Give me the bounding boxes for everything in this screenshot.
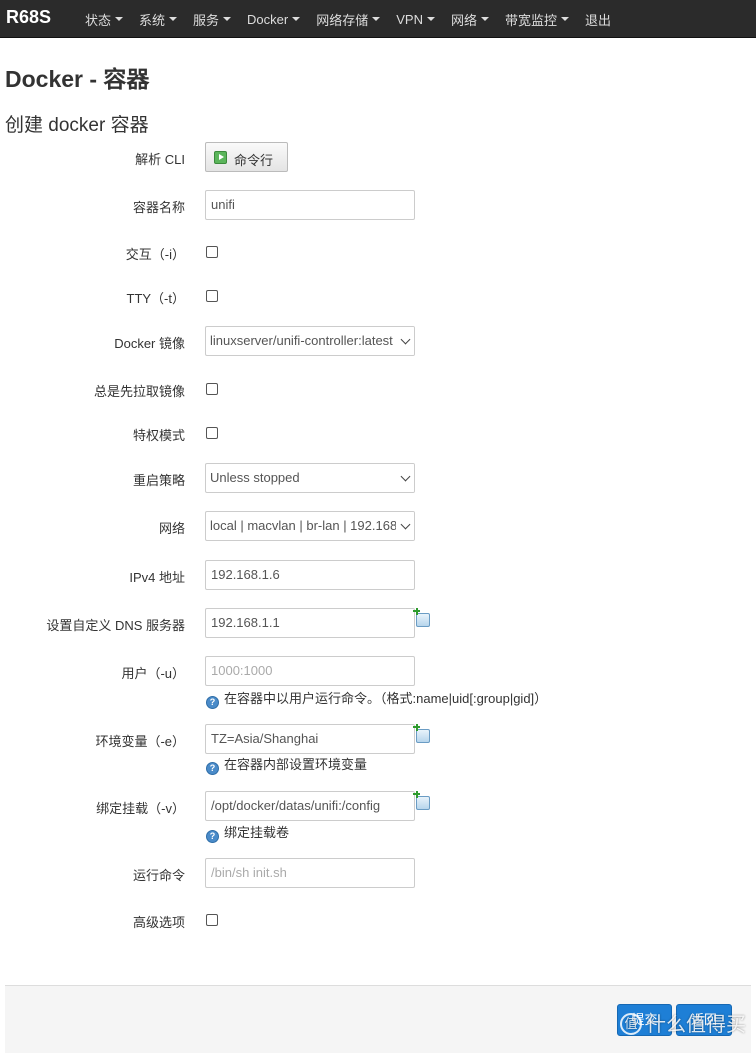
play-icon [214, 151, 227, 164]
privileged-checkbox[interactable] [206, 427, 218, 439]
interactive-label: 交互（-i） [125, 247, 185, 262]
nav-item-label: 服务 [193, 12, 220, 28]
caret-down-icon [223, 17, 232, 21]
image-select[interactable]: linuxserver/unifi-controller:latest [205, 326, 415, 356]
restart-label: 重启策略 [132, 473, 185, 488]
volume-help: ? 绑定挂载卷 [206, 822, 289, 843]
nav-item-bandwidth[interactable]: 带宽监控 [497, 0, 577, 38]
volume-input[interactable]: /opt/docker/datas/unifi:/config [205, 791, 415, 821]
tty-checkbox[interactable] [206, 290, 218, 302]
nav-item-label: 带宽监控 [505, 12, 558, 28]
image-select-value: linuxserver/unifi-controller:latest [210, 333, 393, 348]
watermark-text: 什么值得买 [646, 1014, 746, 1036]
env-help-text: 在容器内部设置环境变量 [224, 757, 368, 772]
add-icon[interactable] [413, 607, 430, 627]
env-label: 环境变量（-e） [95, 734, 185, 749]
top-navbar: R68S 状态 系统 服务 Docker 网络存储 VPN 网络 带宽监控 退出 [0, 0, 756, 38]
caret-down-icon [169, 17, 178, 21]
nav-item-label: Docker [247, 11, 289, 27]
pull-checkbox[interactable] [206, 383, 218, 395]
nav-item-system[interactable]: 系统 [131, 0, 185, 38]
caret-down-icon [372, 17, 381, 21]
caret-down-icon [115, 17, 124, 21]
pull-label: 总是先拉取镜像 [93, 384, 185, 399]
tty-label: TTY（-t） [126, 291, 186, 306]
nav-item-logout[interactable]: 退出 [577, 0, 619, 38]
container-name-input[interactable]: unifi [205, 190, 415, 220]
network-select[interactable]: local | macvlan | br-lan | 192.168 [205, 511, 415, 541]
nav-item-docker[interactable]: Docker [239, 0, 308, 38]
nav-item-label: 网络存储 [316, 12, 369, 28]
cli-button[interactable]: 命令行 [205, 142, 288, 172]
user-help-text: 在容器中以用户运行命令。（格式:name|uid[:group|gid]） [224, 691, 548, 706]
section-title: 创建 docker 容器 [5, 115, 149, 136]
caret-down-icon [426, 17, 435, 21]
volume-help-text: 绑定挂载卷 [224, 825, 290, 840]
dns-input[interactable]: 192.168.1.1 [205, 608, 415, 638]
volume-label: 绑定挂载（-v） [96, 801, 185, 816]
privileged-label: 特权模式 [132, 428, 185, 443]
restart-select[interactable]: Unless stopped [205, 463, 415, 493]
nav-item-nas[interactable]: 网络存储 [308, 0, 388, 38]
dns-label: 设置自定义 DNS 服务器 [46, 618, 185, 633]
add-icon[interactable] [413, 790, 430, 810]
brand-logo[interactable]: R68S [6, 7, 51, 28]
nav-item-services[interactable]: 服务 [185, 0, 239, 38]
nav-item-network[interactable]: 网络 [443, 0, 497, 38]
network-select-value: local | macvlan | br-lan | 192.168 [210, 518, 398, 533]
caret-down-icon [561, 17, 570, 21]
ipv4-label: IPv4 地址 [129, 570, 185, 585]
env-input[interactable]: TZ=Asia/Shanghai [205, 724, 415, 754]
nav-item-label: 退出 [585, 12, 612, 28]
nav-item-label: 状态 [85, 12, 112, 28]
nav-menu: 状态 系统 服务 Docker 网络存储 VPN 网络 带宽监控 退出 [77, 0, 619, 38]
command-input[interactable]: /bin/sh init.sh [205, 858, 415, 888]
env-help: ? 在容器内部设置环境变量 [206, 754, 367, 775]
ipv4-input[interactable]: 192.168.1.6 [205, 560, 415, 590]
user-help: ? 在容器中以用户运行命令。（格式:name|uid[:group|gid]） [206, 688, 547, 709]
restart-select-value: Unless stopped [210, 470, 300, 485]
nav-item-status[interactable]: 状态 [77, 0, 131, 38]
caret-down-icon [481, 17, 489, 21]
help-icon: ? [206, 762, 219, 775]
add-icon[interactable] [413, 723, 430, 743]
interactive-checkbox[interactable] [206, 246, 218, 258]
advanced-checkbox[interactable] [206, 914, 218, 926]
user-input[interactable]: 1000:1000 [205, 656, 415, 686]
command-label: 运行命令 [132, 868, 185, 883]
watermark: 值什么值得买 [620, 1008, 746, 1037]
network-label: 网络 [158, 521, 185, 536]
help-icon: ? [206, 830, 219, 843]
image-label: Docker 镜像 [114, 336, 185, 351]
caret-down-icon [292, 17, 301, 21]
name-label: 容器名称 [132, 200, 185, 215]
nav-item-vpn[interactable]: VPN [388, 0, 443, 38]
help-icon: ? [206, 696, 219, 709]
watermark-logo: 值 [620, 1013, 642, 1035]
nav-item-label: VPN [396, 11, 423, 27]
user-label: 用户（-u） [121, 666, 185, 681]
nav-item-label: 网络 [450, 12, 477, 28]
page-title: Docker - 容器 [5, 66, 150, 92]
advanced-label: 高级选项 [132, 915, 185, 930]
nav-item-label: 系统 [139, 12, 166, 28]
cli-label: 解析 CLI [135, 152, 185, 167]
cli-button-label: 命令行 [234, 153, 274, 168]
